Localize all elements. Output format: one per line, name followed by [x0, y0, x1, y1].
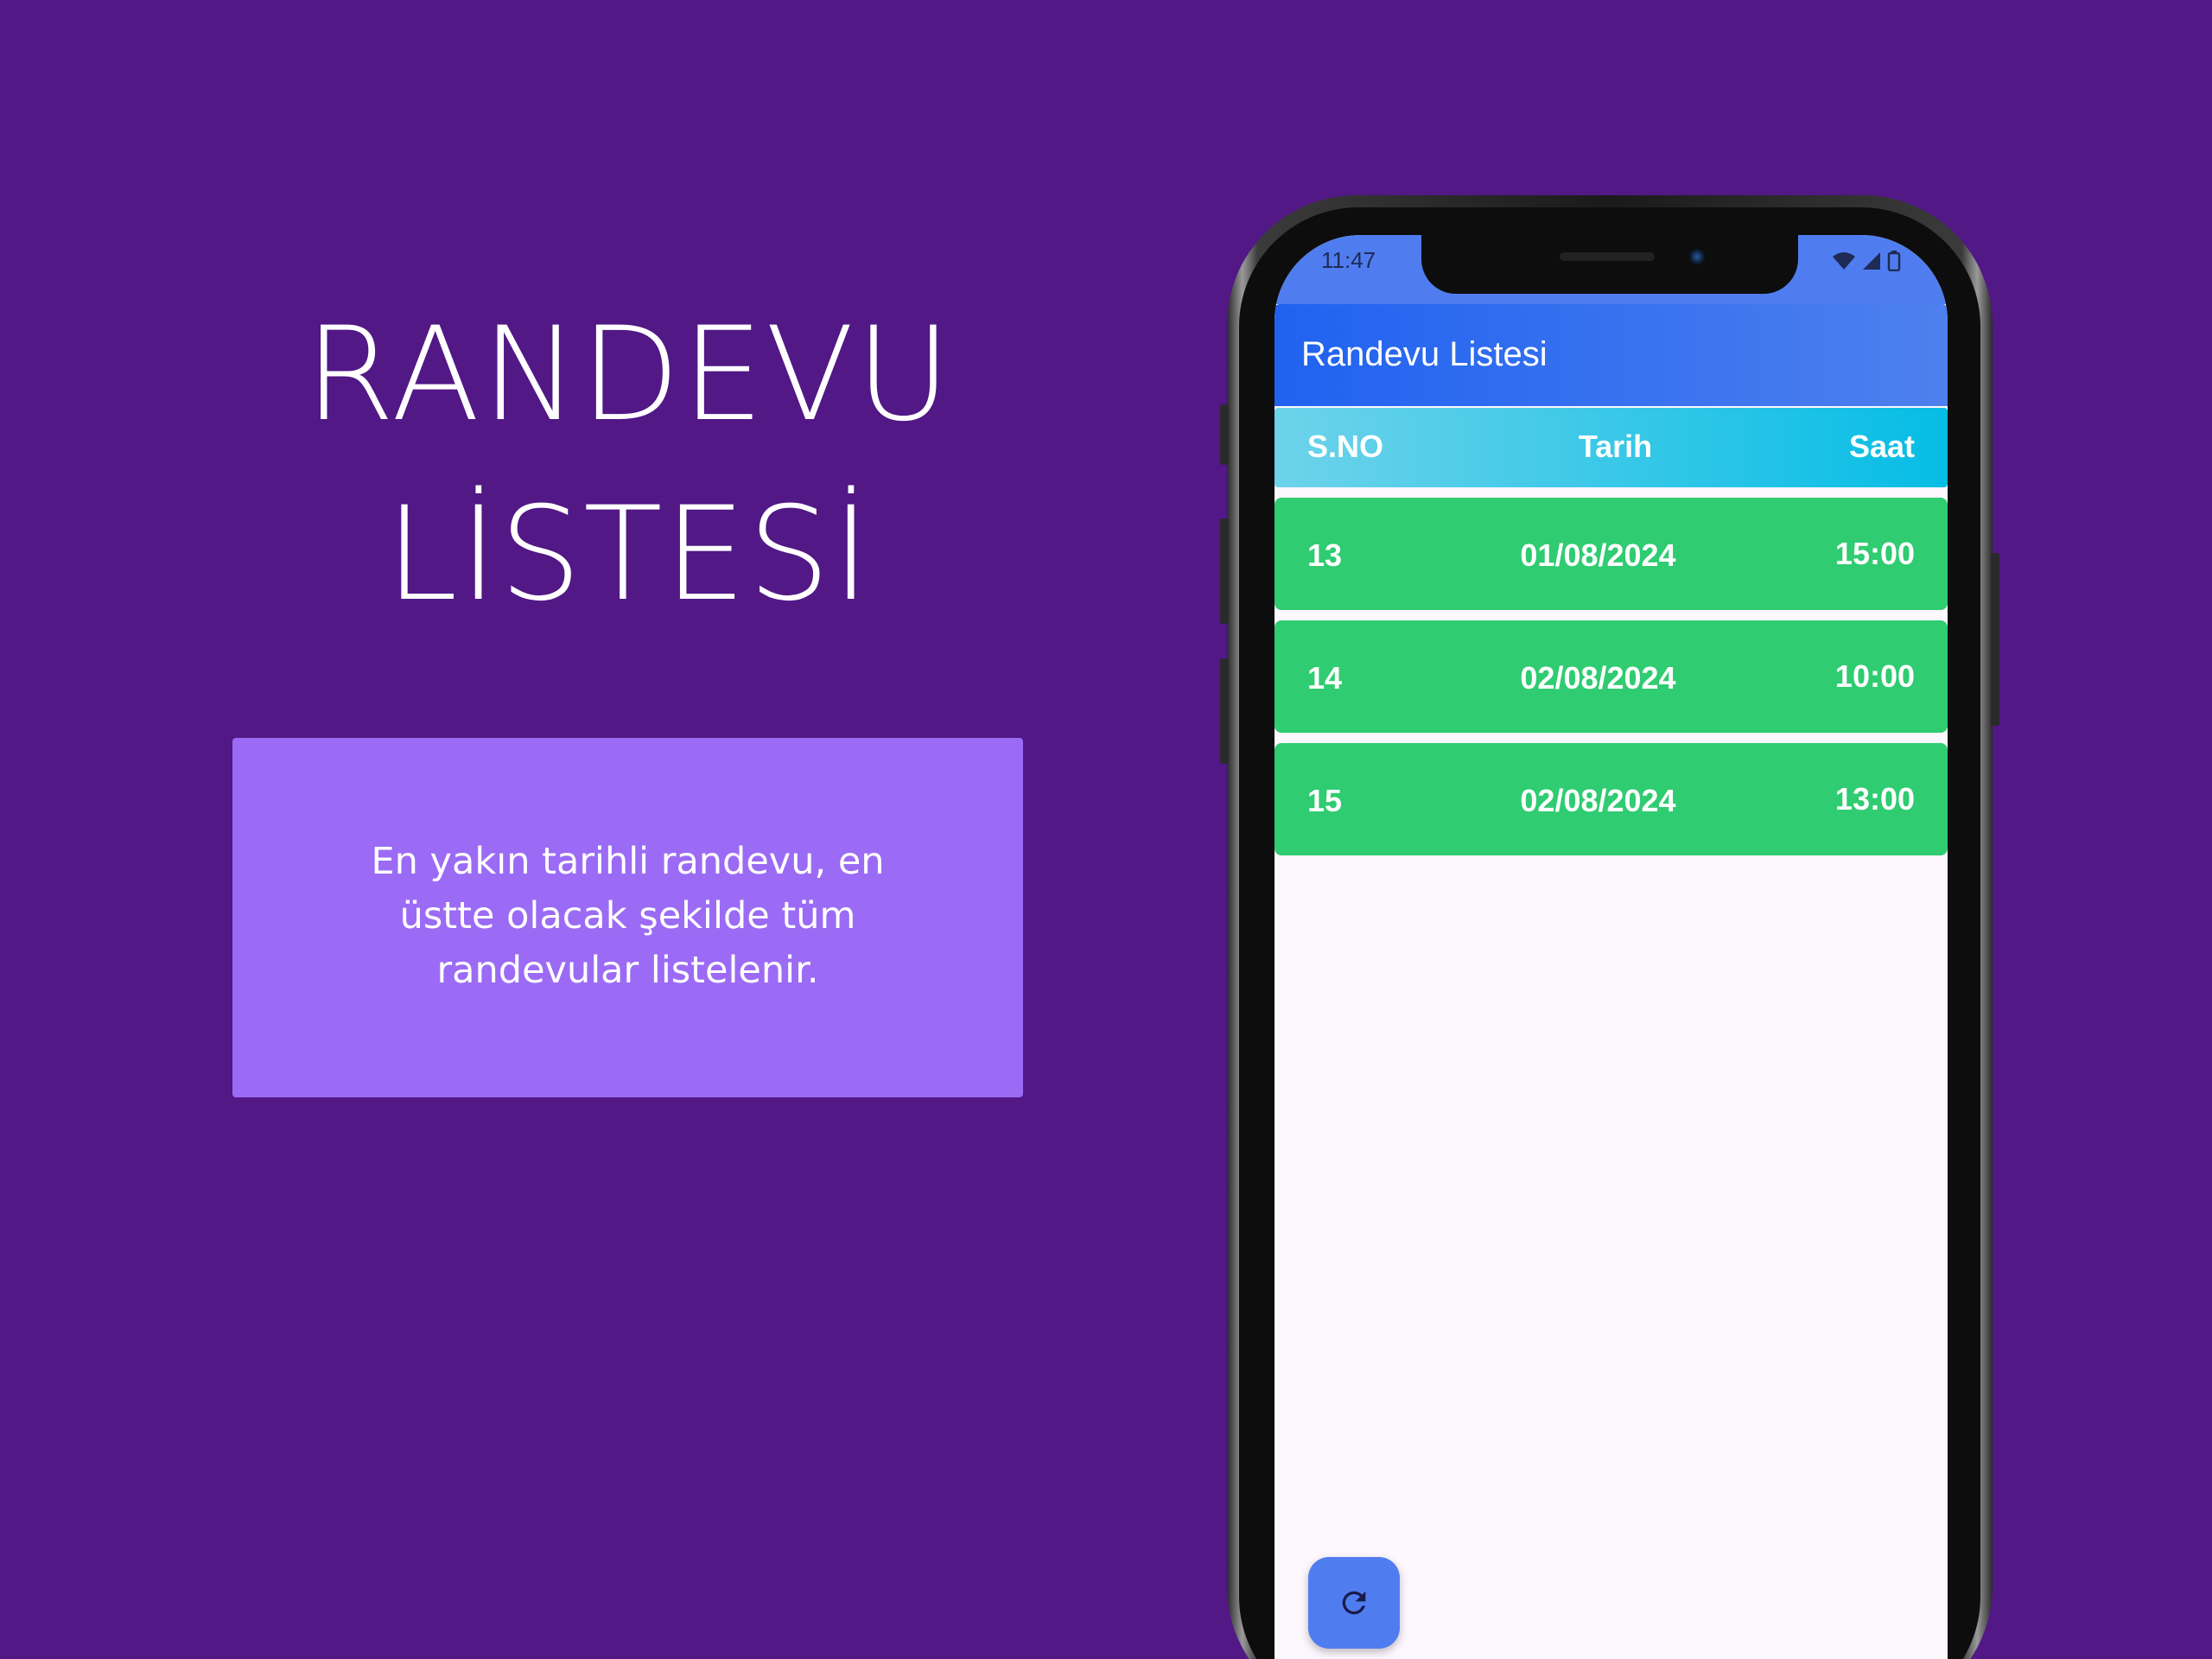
appointment-row[interactable]: 14 02/08/2024 10:00: [1274, 620, 1948, 733]
description-box: En yakın tarihli randevu, en üstte olaca…: [232, 738, 1023, 1097]
status-icons: [1832, 251, 1901, 271]
table-header: S.NO Tarih Saat: [1274, 408, 1948, 487]
phone-volume-up-button: [1220, 518, 1229, 624]
battery-icon: [1887, 251, 1901, 271]
phone-power-button: [1991, 553, 1999, 726]
app-bar: Randevu Listesi: [1274, 304, 1948, 406]
app-title: Randevu Listesi: [1301, 335, 1548, 373]
column-header-saat: Saat: [1848, 429, 1915, 464]
earpiece-speaker: [1560, 252, 1655, 261]
phone-volume-down-button: [1220, 658, 1229, 764]
column-header-tarih: Tarih: [1578, 429, 1653, 464]
hero-title: RANDEVU LİSTESİ: [233, 285, 1024, 645]
description-text: En yakın tarihli randevu, en üstte olaca…: [371, 840, 885, 992]
signal-icon: [1863, 252, 1880, 270]
wifi-icon: [1833, 252, 1855, 270]
status-time: 11:47: [1321, 247, 1376, 273]
refresh-icon: [1342, 1591, 1366, 1615]
appointment-time: 10:00: [1834, 658, 1915, 694]
phone-side-button: [1220, 404, 1229, 465]
appointment-list: 13 01/08/2024 15:00 14 02/08/2024 10:00 …: [1274, 498, 1948, 866]
hero-title-line1: RANDEVU: [304, 300, 953, 450]
appointment-row[interactable]: 13 01/08/2024 15:00: [1274, 498, 1948, 610]
appointment-time: 15:00: [1834, 536, 1915, 571]
appointment-row[interactable]: 15 02/08/2024 13:00: [1274, 743, 1948, 855]
refresh-button[interactable]: [1308, 1557, 1400, 1649]
phone-screen: 11:47 Randevu Listesi S.NO Tarih Saat 13: [1274, 235, 1948, 1659]
hero-title-line2: LİSTESİ: [385, 480, 872, 630]
phone-notch: [1421, 235, 1798, 294]
front-camera: [1689, 249, 1705, 264]
status-bar: 11:47: [1274, 235, 1948, 304]
appointment-time: 13:00: [1834, 781, 1915, 817]
